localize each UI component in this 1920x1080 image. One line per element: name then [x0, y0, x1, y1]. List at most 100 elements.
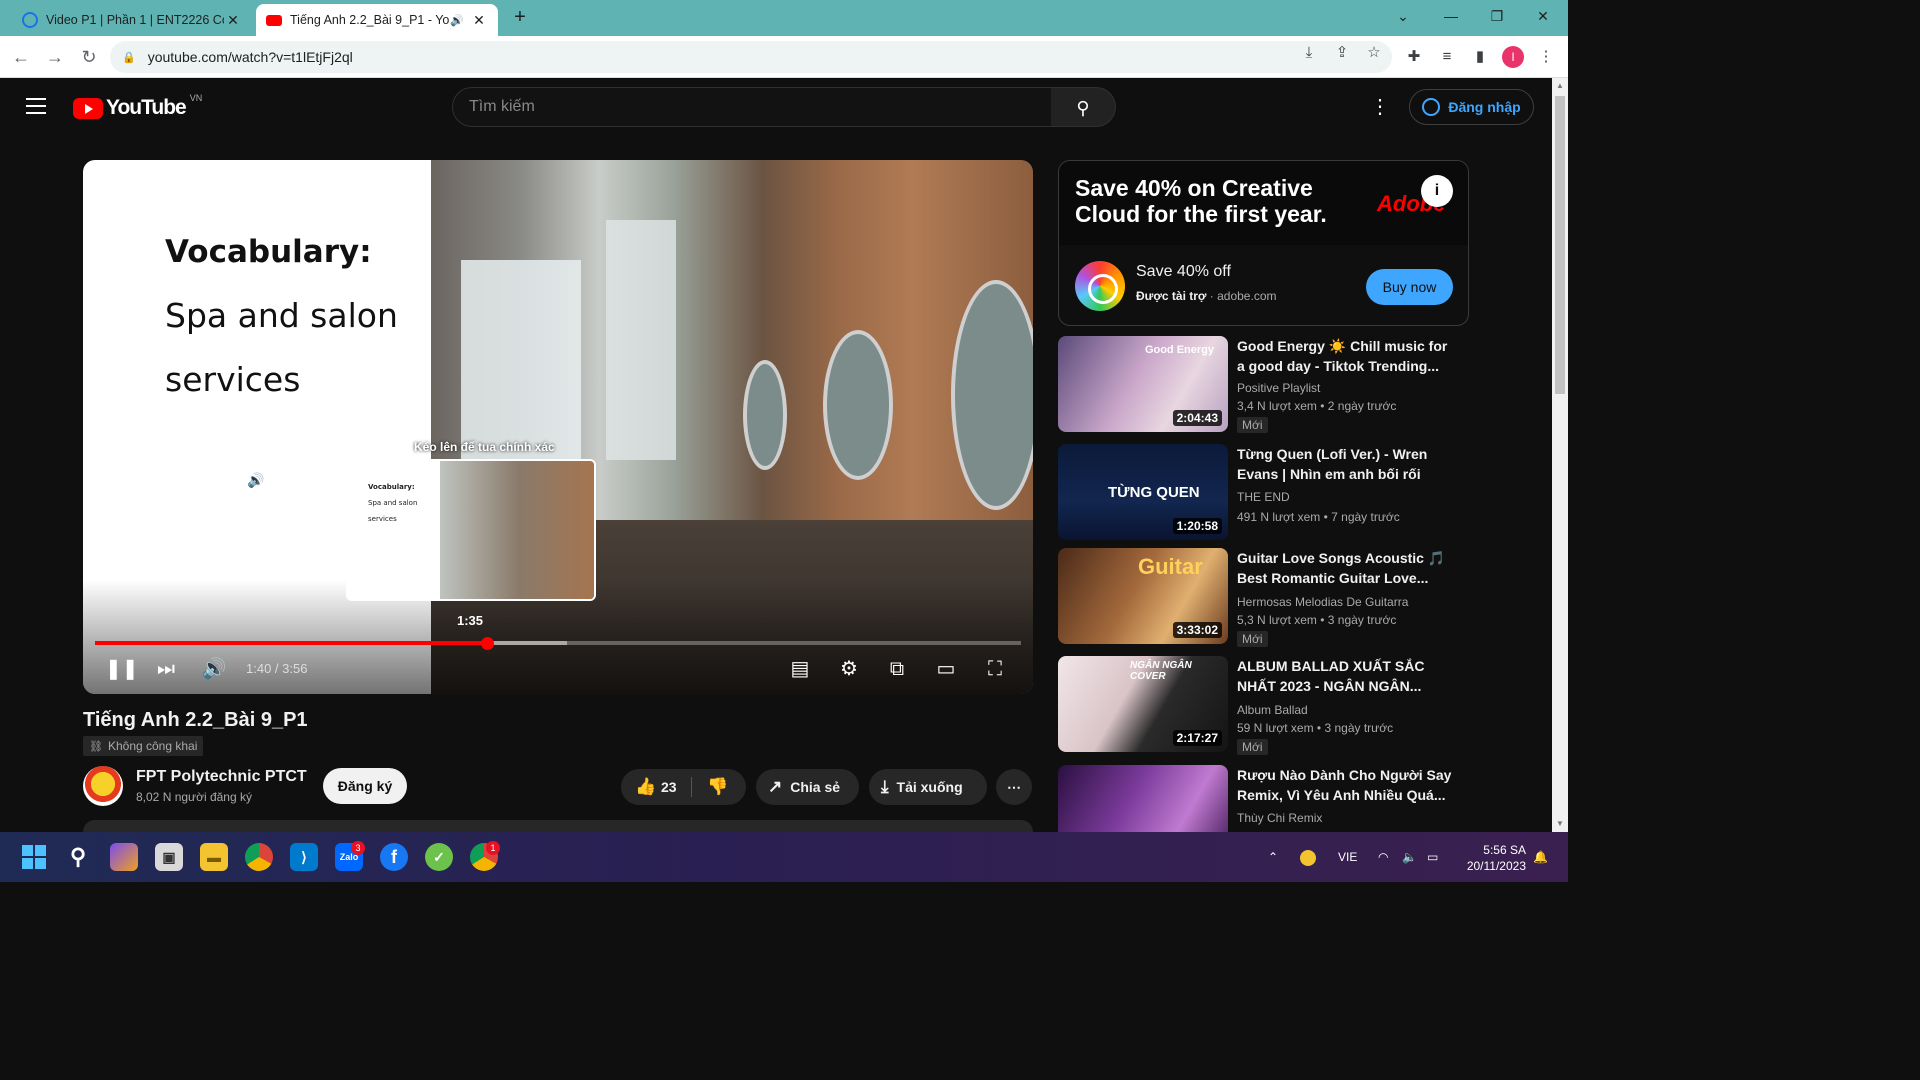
close-window-button[interactable]: ✕	[1520, 0, 1566, 32]
search-button[interactable]: ⚲	[1051, 87, 1116, 127]
youtube-wordmark: YouTube	[106, 96, 187, 119]
tab-inactive[interactable]: Video P1 | Phần 1 | ENT2226 Co ✕	[12, 4, 252, 36]
tray-app-icon[interactable]	[1300, 850, 1316, 866]
ad-info-icon[interactable]: i	[1421, 175, 1453, 207]
back-arrow-icon[interactable]: ←	[8, 44, 34, 70]
address-bar[interactable]: 🔒 youtube.com/watch?v=t1lEtjFj2ql	[110, 41, 1392, 73]
close-tab-icon[interactable]: ✕	[470, 12, 488, 29]
share-button[interactable]: ↗ Chia sẻ	[756, 769, 859, 805]
video-title[interactable]: Good Energy ☀️ Chill music for a good da…	[1237, 336, 1452, 376]
video-thumbnail[interactable]	[1058, 765, 1228, 832]
settings-gear-icon[interactable]: ⚙	[835, 656, 863, 682]
progress-played	[95, 641, 488, 645]
channel-name[interactable]: Album Ballad	[1237, 703, 1308, 717]
video-player[interactable]: Vocabulary: Spa and salon services 🔊 Kéo…	[83, 160, 1033, 694]
vscode-icon[interactable]: ⟩	[290, 843, 318, 871]
video-title[interactable]: Guitar Love Songs Acoustic 🎵 Best Romant…	[1237, 548, 1452, 588]
tab-active[interactable]: Tiếng Anh 2.2_Bài 9_P1 - Yo 🔊 ✕	[256, 4, 498, 36]
install-app-icon[interactable]: ⤓	[1298, 42, 1320, 64]
ad-banner[interactable]: Save 40% on Creative Cloud for the first…	[1059, 161, 1468, 245]
wifi-icon[interactable]: ◠	[1378, 850, 1388, 864]
sign-in-button[interactable]: Đăng nhập	[1409, 89, 1534, 125]
hamburger-menu-icon[interactable]	[26, 98, 46, 114]
search-icon[interactable]: ⚲	[64, 843, 92, 871]
maximize-button[interactable]: ❐	[1474, 0, 1520, 32]
reload-icon[interactable]: ↻	[76, 44, 102, 70]
share-icon[interactable]: ⇪	[1331, 42, 1353, 64]
extensions-puzzle-icon[interactable]: ✚	[1403, 46, 1425, 68]
recommended-video[interactable]: Guitar 3:33:02 Guitar Love Songs Acousti…	[1058, 548, 1468, 648]
settings-kebab-icon[interactable]: ⋮	[1370, 96, 1390, 118]
scrollbar-thumb[interactable]	[1555, 96, 1565, 394]
recommended-video[interactable]: Good Energy 2:04:43 Good Energy ☀️ Chill…	[1058, 336, 1468, 436]
view-count: 59 N lượt xem	[1237, 721, 1314, 735]
lock-icon[interactable]: 🔒	[122, 51, 136, 64]
bookmark-star-icon[interactable]: ☆	[1363, 42, 1385, 64]
channel-name[interactable]: Hermosas Melodias De Guitarra	[1237, 595, 1408, 609]
video-title[interactable]: Từng Quen (Lofi Ver.) - Wren Evans | Nhì…	[1237, 444, 1452, 484]
fullscreen-icon[interactable]: ⛶	[981, 656, 1009, 682]
profile-avatar[interactable]: I	[1502, 46, 1524, 68]
channel-name[interactable]: FPT Polytechnic PTCT	[136, 768, 307, 786]
side-panel-icon[interactable]: ▮	[1469, 46, 1491, 68]
video-title[interactable]: Rượu Nào Dành Cho Người Say Remix, Vì Yê…	[1237, 765, 1452, 805]
system-clock[interactable]: 5:56 SA 20/11/2023	[1456, 842, 1526, 874]
media-controls-icon[interactable]: ≡	[1436, 46, 1458, 68]
video-thumbnail[interactable]: Guitar 3:33:02	[1058, 548, 1228, 644]
video-meta: 5,3 N lượt xem • 3 ngày trước	[1237, 613, 1397, 627]
speaker-icon[interactable]: 🔈	[1402, 850, 1417, 864]
scroll-up-arrow-icon[interactable]: ▲	[1552, 78, 1568, 94]
subscribe-button[interactable]: Đăng ký	[323, 768, 407, 804]
like-thumb-icon[interactable]: 👍	[635, 777, 656, 797]
chrome-icon[interactable]	[245, 843, 273, 871]
subtitles-icon[interactable]: ▤	[786, 656, 814, 682]
language-indicator[interactable]: VIE	[1338, 850, 1357, 864]
youtube-logo[interactable]: YouTube VN	[73, 93, 202, 120]
next-video-icon[interactable]: ⏭	[153, 656, 179, 682]
channel-name[interactable]: Positive Playlist	[1237, 381, 1320, 395]
miniplayer-icon[interactable]: ⧉	[883, 656, 911, 682]
search-input[interactable]: Tìm kiếm	[452, 87, 1052, 127]
sponsored-ad[interactable]: Save 40% on Creative Cloud for the first…	[1058, 160, 1469, 326]
close-tab-icon[interactable]: ✕	[224, 12, 242, 29]
download-button[interactable]: ⤓ Tải xuống	[869, 769, 987, 805]
audio-playing-icon[interactable]: 🔊	[450, 14, 464, 27]
tray-chevron-icon[interactable]: ⌃	[1268, 850, 1278, 864]
windows-taskbar	[0, 832, 1568, 882]
recommended-video[interactable]: Rượu Nào Dành Cho Người Say Remix, Vì Yê…	[1058, 765, 1468, 832]
page-scrollbar[interactable]: ▲ ▼	[1552, 78, 1568, 832]
file-explorer-icon[interactable]: ▬	[200, 843, 228, 871]
facebook-icon[interactable]: f	[380, 843, 408, 871]
new-tab-button[interactable]: +	[508, 6, 532, 30]
tab-search-chevron-icon[interactable]: ⌄	[1380, 0, 1426, 32]
volume-icon[interactable]: 🔊	[201, 656, 227, 682]
more-actions-button[interactable]: ⋯	[996, 769, 1032, 805]
copilot-icon[interactable]	[110, 843, 138, 871]
windows-start-icon[interactable]	[20, 843, 48, 871]
minimize-button[interactable]: —	[1428, 0, 1474, 32]
recommended-video[interactable]: NGÂN NGÂN COVER 2:17:27 ALBUM BALLAD XUẤ…	[1058, 656, 1468, 756]
task-view-icon[interactable]: ▣	[155, 843, 183, 871]
salon-mirror	[823, 330, 893, 480]
dislike-thumb-icon[interactable]: 👎	[707, 777, 728, 797]
channel-name[interactable]: THE END	[1237, 490, 1290, 504]
battery-icon[interactable]: ▭	[1427, 850, 1438, 864]
scroll-down-arrow-icon[interactable]: ▼	[1552, 816, 1568, 832]
forward-arrow-icon[interactable]: →	[42, 44, 68, 70]
app-icon[interactable]: ✓	[425, 843, 453, 871]
video-thumbnail[interactable]: Good Energy 2:04:43	[1058, 336, 1228, 432]
video-thumbnail[interactable]: TỪNG QUEN 1:20:58	[1058, 444, 1228, 540]
buy-now-button[interactable]: Buy now	[1366, 269, 1453, 305]
recommended-video[interactable]: TỪNG QUEN 1:20:58 Từng Quen (Lofi Ver.) …	[1058, 444, 1468, 544]
theater-mode-icon[interactable]: ▭	[932, 656, 960, 682]
video-thumbnail[interactable]: NGÂN NGÂN COVER 2:17:27	[1058, 656, 1228, 752]
channel-name[interactable]: Thùy Chi Remix	[1237, 811, 1322, 825]
divider	[691, 777, 692, 797]
notification-bell-icon[interactable]: 🔔	[1533, 850, 1548, 864]
pause-icon[interactable]: ❚❚	[105, 656, 139, 682]
like-count[interactable]: 23	[661, 779, 677, 795]
time-display: 1:40 / 3:56	[246, 661, 308, 676]
chrome-menu-icon[interactable]: ⋮	[1535, 46, 1557, 68]
video-title[interactable]: ALBUM BALLAD XUẤT SẮC NHẤT 2023 - NGÂN N…	[1237, 656, 1452, 696]
channel-avatar[interactable]	[83, 766, 123, 806]
